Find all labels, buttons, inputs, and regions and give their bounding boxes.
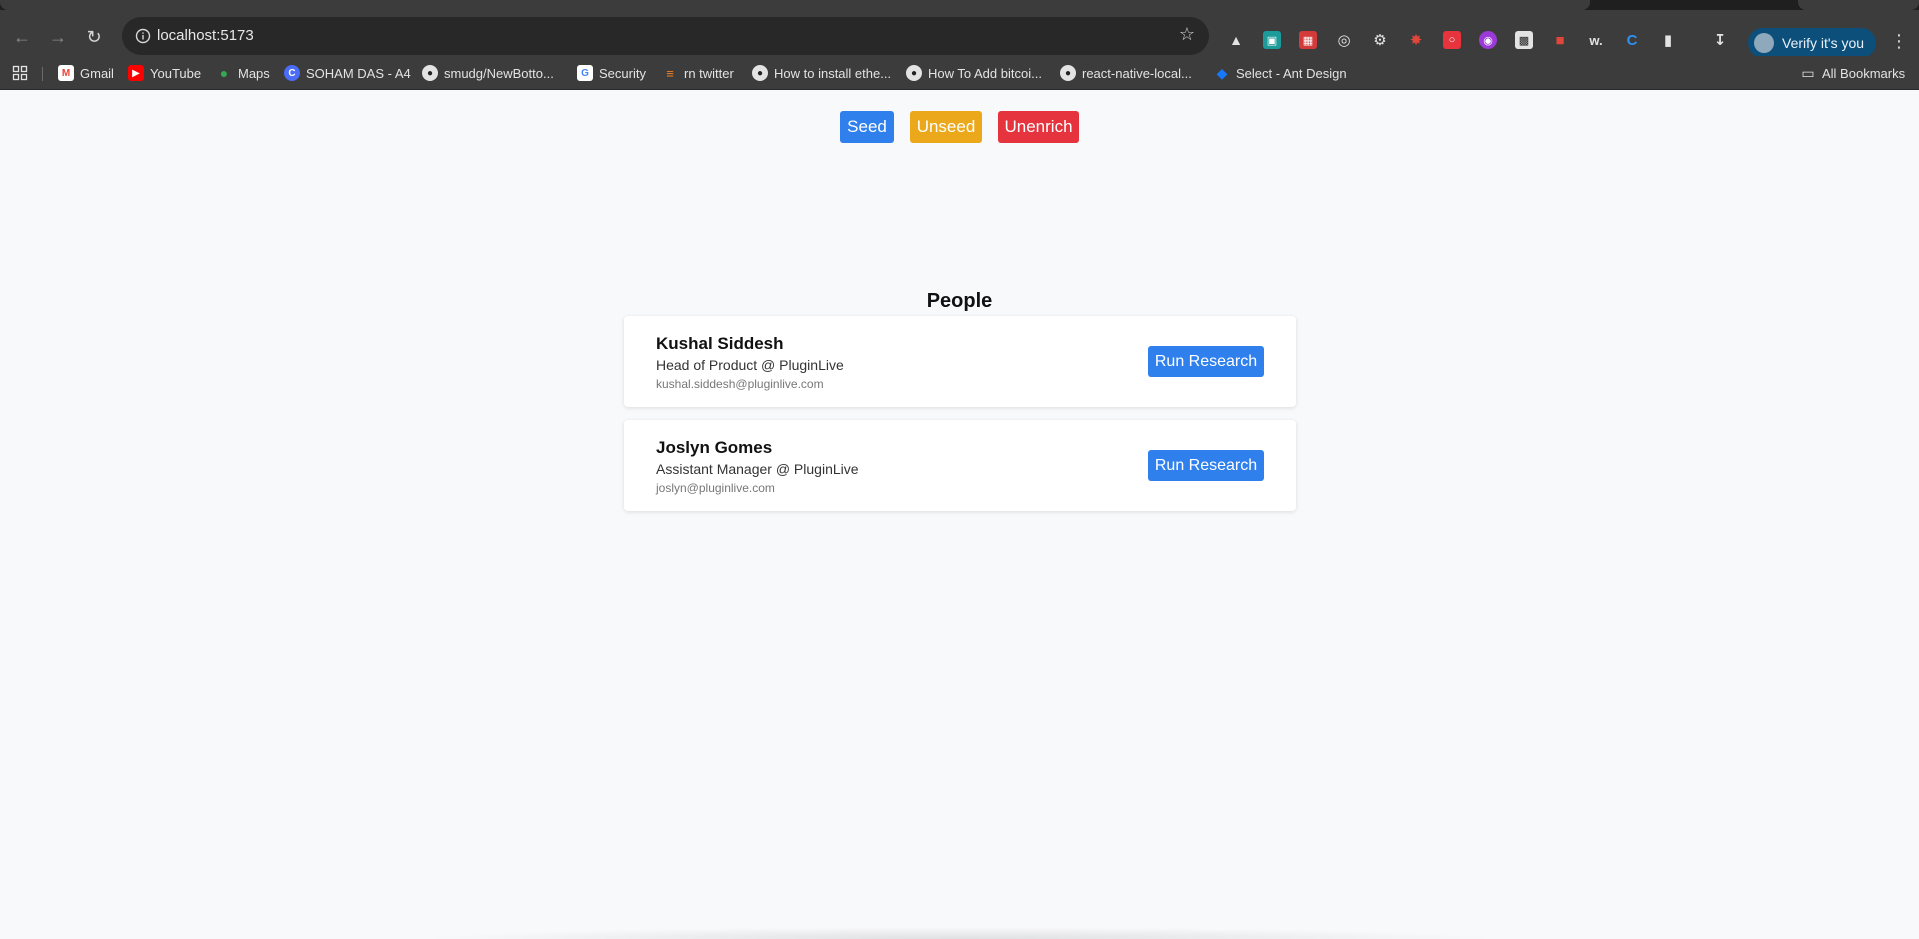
person-name: Joslyn Gomes — [656, 438, 773, 457]
bookmark-smudg[interactable]: ● smudg/NewBotto... — [422, 63, 554, 83]
bookmarks-divider — [42, 67, 43, 81]
red-extension-icon[interactable]: ■ — [1551, 31, 1569, 49]
bookmark-label: smudg/NewBotto... — [444, 65, 554, 81]
w-extension-icon[interactable]: w. — [1587, 31, 1605, 49]
bookmark-gmail[interactable]: M Gmail — [58, 63, 114, 83]
bookmark-add-bitcoin[interactable]: ● How To Add bitcoi... — [906, 63, 1042, 83]
purple-extension-icon[interactable]: ◉ — [1479, 31, 1497, 49]
google-icon: G — [577, 65, 593, 81]
github-icon: ● — [906, 65, 922, 81]
page-content: Seed Unseed Unenrich People Kushal Sidde… — [0, 91, 1919, 939]
bookmark-maps[interactable]: ● Maps — [216, 63, 270, 83]
unseed-button[interactable]: Unseed — [910, 111, 982, 143]
qr-extension-icon[interactable]: ▩ — [1515, 31, 1533, 49]
seed-button[interactable]: Seed — [840, 111, 894, 143]
bookmark-label: YouTube — [150, 65, 202, 81]
bookmark-install-ethe[interactable]: ● How to install ethe... — [752, 63, 891, 83]
puzzle-extension-icon[interactable]: ▮ — [1659, 31, 1677, 49]
record-extension-icon[interactable]: ○ — [1443, 31, 1461, 49]
bookmark-label: Security — [599, 65, 646, 81]
bookmark-label: How To Add bitcoi... — [928, 65, 1042, 81]
apps-grid-icon[interactable] — [12, 63, 28, 83]
bookmarks-bar: M Gmail ▶ YouTube ● Maps C SOHAM DAS - A… — [0, 56, 1919, 90]
address-bar[interactable]: localhost:5173 ☆ — [122, 17, 1209, 55]
c-extension-icon[interactable]: C — [1623, 31, 1641, 49]
square-extension-icon[interactable]: ▣ — [1263, 31, 1281, 49]
bookmark-ant-design[interactable]: ◆ Select - Ant Design — [1214, 63, 1347, 83]
all-bookmarks-label: All Bookmarks — [1822, 65, 1906, 81]
browser-tab-active[interactable] — [0, 0, 1590, 10]
bookmark-react-native-local[interactable]: ● react-native-local... — [1060, 63, 1192, 83]
person-role: Assistant Manager @ PluginLive — [656, 461, 859, 477]
page-title: People — [926, 290, 993, 312]
bookmark-label: Select - Ant Design — [1236, 65, 1347, 81]
bookmark-star-icon[interactable]: ☆ — [1179, 24, 1195, 45]
bookmark-soham[interactable]: C SOHAM DAS - A4 — [284, 63, 411, 83]
avatar — [1754, 33, 1774, 53]
antd-icon: ◆ — [1216, 64, 1228, 81]
bottom-shadow — [420, 927, 1500, 939]
bookmark-label: Maps — [238, 65, 270, 81]
folder-icon: ▭ — [1801, 64, 1815, 81]
person-role: Head of Product @ PluginLive — [656, 357, 844, 373]
bookmark-label: SOHAM DAS - A4 — [306, 65, 411, 81]
site-info-icon[interactable] — [132, 25, 154, 47]
bookmark-label: rn twitter — [684, 65, 734, 81]
bookmark-youtube[interactable]: ▶ YouTube — [128, 63, 201, 83]
run-research-button[interactable]: Run Research — [1148, 346, 1264, 377]
gear-extension-icon[interactable]: ⚙ — [1371, 31, 1389, 49]
url-text[interactable]: localhost:5173 — [157, 27, 254, 44]
browser-tab[interactable] — [1798, 0, 1919, 10]
bookmark-label: How to install ethe... — [774, 65, 892, 81]
person-card: Joslyn Gomes Assistant Manager @ PluginL… — [624, 420, 1296, 511]
run-research-button[interactable]: Run Research — [1148, 450, 1264, 481]
action-buttons: Seed Unseed Unenrich — [0, 111, 1919, 143]
profile-verify-button[interactable]: Verify it's you — [1748, 28, 1876, 58]
github-icon: ● — [422, 65, 438, 81]
github-icon: ● — [752, 65, 768, 81]
browser-menu-icon[interactable]: ⋮ — [1890, 32, 1908, 50]
bookmark-rn-twitter[interactable]: ≡ rn twitter — [662, 63, 734, 83]
github-icon: ● — [1060, 65, 1076, 81]
maps-pin-icon: ● — [219, 65, 229, 81]
youtube-icon: ▶ — [128, 65, 144, 81]
reload-icon[interactable]: ↻ — [80, 23, 108, 51]
person-email: joslyn@pluginlive.com — [656, 481, 775, 495]
grid-extension-icon[interactable]: ▦ — [1299, 31, 1317, 49]
mountain-extension-icon[interactable]: ▲ — [1227, 31, 1245, 49]
download-icon[interactable]: ↧ — [1711, 31, 1729, 49]
verify-label: Verify it's you — [1782, 35, 1865, 51]
person-card: Kushal Siddesh Head of Product @ PluginL… — [624, 316, 1296, 407]
bug-extension-icon[interactable]: ✸ — [1407, 31, 1425, 49]
bookmark-label: Gmail — [80, 65, 114, 81]
person-name: Kushal Siddesh — [656, 334, 784, 353]
site-icon: C — [284, 65, 300, 81]
bookmark-security[interactable]: G Security — [577, 63, 646, 83]
stack-icon: ≡ — [666, 65, 674, 81]
gmail-icon: M — [58, 65, 74, 81]
target-extension-icon[interactable]: ◎ — [1335, 31, 1353, 49]
unenrich-button[interactable]: Unenrich — [998, 111, 1079, 143]
all-bookmarks[interactable]: ▭ All Bookmarks — [1800, 63, 1905, 83]
forward-arrow-icon[interactable]: → — [44, 23, 72, 51]
bookmark-label: react-native-local... — [1082, 65, 1192, 81]
back-arrow-icon[interactable]: ← — [8, 23, 36, 51]
person-email: kushal.siddesh@pluginlive.com — [656, 377, 824, 391]
